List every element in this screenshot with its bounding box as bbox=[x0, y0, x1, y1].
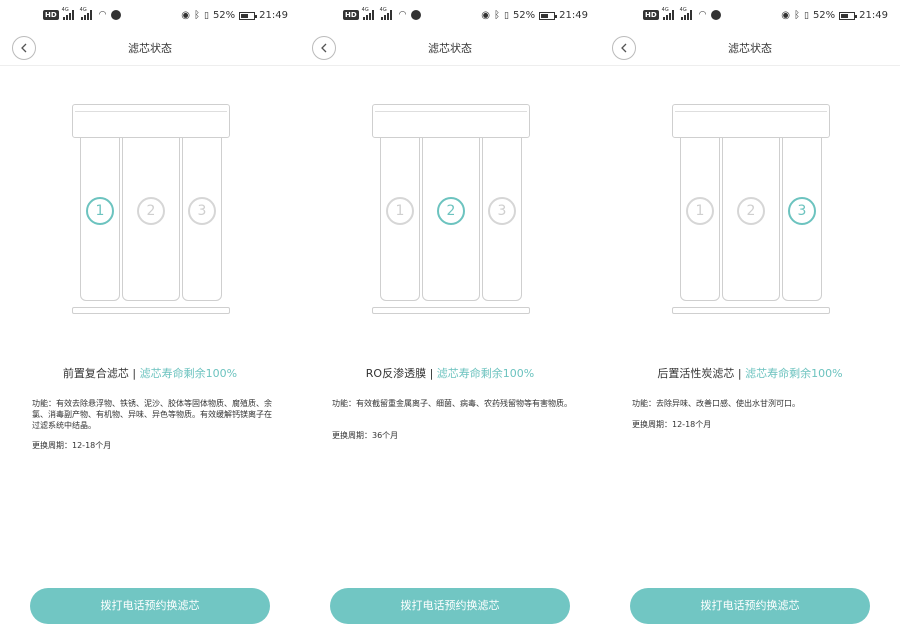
purifier-base bbox=[72, 307, 230, 314]
battery-percent: 52% bbox=[812, 10, 836, 21]
call-to-replace-button[interactable]: 拨打电话预约换滤芯 bbox=[330, 588, 570, 624]
replacement-cycle: 更换周期：12-18个月 bbox=[32, 441, 112, 450]
battery-icon bbox=[539, 11, 558, 20]
purifier-cap bbox=[372, 104, 530, 138]
vibrate-icon: ▯ bbox=[503, 10, 509, 21]
filter-status-line: 后置活性炭滤芯 | 滤芯寿命剩余100% bbox=[600, 365, 900, 381]
eye-comfort-icon: ◉ bbox=[181, 10, 190, 21]
filter-number-1[interactable]: 1 bbox=[686, 197, 714, 225]
filter-status-line: RO反渗透膜 | 滤芯寿命剩余100% bbox=[300, 365, 600, 381]
filter-number-1[interactable]: 1 bbox=[386, 197, 414, 225]
filter-name: 前置复合滤芯 bbox=[62, 367, 129, 380]
status-bar: HD 4G 4G ◠ ◉ ᛒ ▯ 52% 21:49 bbox=[300, 7, 600, 26]
battery-percent: 52% bbox=[512, 10, 536, 21]
status-bar: HD 4G 4G ◠ ◉ ᛒ ▯ 52% 21:49 bbox=[600, 7, 900, 26]
purifier-base bbox=[672, 307, 830, 314]
wifi-icon: ◠ bbox=[398, 10, 407, 20]
vibrate-icon: ▯ bbox=[803, 10, 809, 21]
do-not-disturb-icon bbox=[710, 10, 721, 20]
purifier-diagram: 1 2 3 bbox=[672, 104, 830, 316]
purifier-cap bbox=[672, 104, 830, 138]
separator: | bbox=[734, 367, 746, 380]
signal-icon: 4G bbox=[662, 7, 677, 20]
filter-name: RO反渗透膜 bbox=[365, 367, 427, 380]
battery-icon bbox=[839, 11, 858, 20]
signal-icon: 4G bbox=[680, 7, 695, 20]
eye-comfort-icon: ◉ bbox=[481, 10, 490, 21]
clock: 21:49 bbox=[859, 10, 888, 21]
call-to-replace-button[interactable]: 拨打电话预约换滤芯 bbox=[30, 588, 270, 624]
purifier-diagram: 1 2 3 bbox=[372, 104, 530, 316]
bluetooth-icon: ᛒ bbox=[793, 10, 800, 21]
filter-number-2[interactable]: 2 bbox=[737, 197, 765, 225]
separator: | bbox=[128, 367, 140, 380]
filter-name: 后置活性炭滤芯 bbox=[657, 367, 735, 380]
page-title: 滤芯状态 bbox=[728, 42, 772, 55]
purifier-cap bbox=[72, 104, 230, 138]
filter-number-3[interactable]: 3 bbox=[188, 197, 216, 225]
filter-description: 功能：有效截留重金属离子、细菌、病毒、农药残留物等有害物质。 bbox=[332, 399, 572, 408]
signal-icon: 4G bbox=[362, 7, 377, 20]
signal-icon: 4G bbox=[380, 7, 395, 20]
wifi-icon: ◠ bbox=[698, 10, 707, 20]
do-not-disturb-icon bbox=[410, 10, 421, 20]
nav-header: 滤芯状态 bbox=[300, 30, 600, 66]
do-not-disturb-icon bbox=[110, 10, 121, 20]
signal-icon: 4G bbox=[80, 7, 95, 20]
clock: 21:49 bbox=[259, 10, 288, 21]
purifier-diagram: 1 2 3 bbox=[72, 104, 230, 316]
eye-comfort-icon: ◉ bbox=[781, 10, 790, 21]
vibrate-icon: ▯ bbox=[203, 10, 209, 21]
filter-number-1[interactable]: 1 bbox=[86, 197, 114, 225]
page-title: 滤芯状态 bbox=[428, 42, 472, 55]
replacement-cycle: 更换周期：36个月 bbox=[332, 431, 399, 440]
signal-icon: 4G bbox=[62, 7, 77, 20]
status-bar: HD 4G 4G ◠ ◉ ᛒ ▯ 52% 21:49 bbox=[0, 7, 300, 26]
filter-life: 滤芯寿命剩余100% bbox=[139, 367, 238, 380]
screen-panel-3: HD 4G 4G ◠ ◉ ᛒ ▯ 52% 21:49 滤芯状态 1 2 3 后置… bbox=[600, 0, 900, 641]
nav-header: 滤芯状态 bbox=[600, 30, 900, 66]
hd-indicator: HD bbox=[643, 10, 659, 20]
battery-icon bbox=[239, 11, 258, 20]
screen-panel-1: HD 4G 4G ◠ ◉ ᛒ ▯ 52% 21:49 滤芯状态 1 2 3 前置… bbox=[0, 0, 300, 641]
filter-description: 功能：去除异味、改善口感、使出水甘洌可口。 bbox=[632, 399, 800, 408]
bluetooth-icon: ᛒ bbox=[193, 10, 200, 21]
filter-life: 滤芯寿命剩余100% bbox=[745, 367, 843, 380]
filter-number-3[interactable]: 3 bbox=[488, 197, 516, 225]
wifi-icon: ◠ bbox=[98, 10, 107, 20]
filter-number-2[interactable]: 2 bbox=[137, 197, 165, 225]
filter-description: 功能：有效去除悬浮物、铁锈、泥沙、胶体等固体物质、腐殖质、余氯、消毒副产物、有机… bbox=[32, 399, 272, 430]
filter-number-2[interactable]: 2 bbox=[437, 197, 465, 225]
hd-indicator: HD bbox=[343, 10, 359, 20]
battery-percent: 52% bbox=[212, 10, 236, 21]
bluetooth-icon: ᛒ bbox=[493, 10, 500, 21]
purifier-base bbox=[372, 307, 530, 314]
hd-indicator: HD bbox=[43, 10, 59, 20]
filter-number-3[interactable]: 3 bbox=[788, 197, 816, 225]
filter-status-line: 前置复合滤芯 | 滤芯寿命剩余100% bbox=[0, 365, 300, 381]
filter-life: 滤芯寿命剩余100% bbox=[436, 367, 535, 380]
screen-panel-2: HD 4G 4G ◠ ◉ ᛒ ▯ 52% 21:49 滤芯状态 1 2 3 RO… bbox=[300, 0, 600, 641]
nav-header: 滤芯状态 bbox=[0, 30, 300, 66]
clock: 21:49 bbox=[559, 10, 588, 21]
replacement-cycle: 更换周期：12-18个月 bbox=[632, 420, 712, 429]
page-title: 滤芯状态 bbox=[128, 42, 172, 55]
separator: | bbox=[426, 367, 437, 380]
call-to-replace-button[interactable]: 拨打电话预约换滤芯 bbox=[630, 588, 870, 624]
